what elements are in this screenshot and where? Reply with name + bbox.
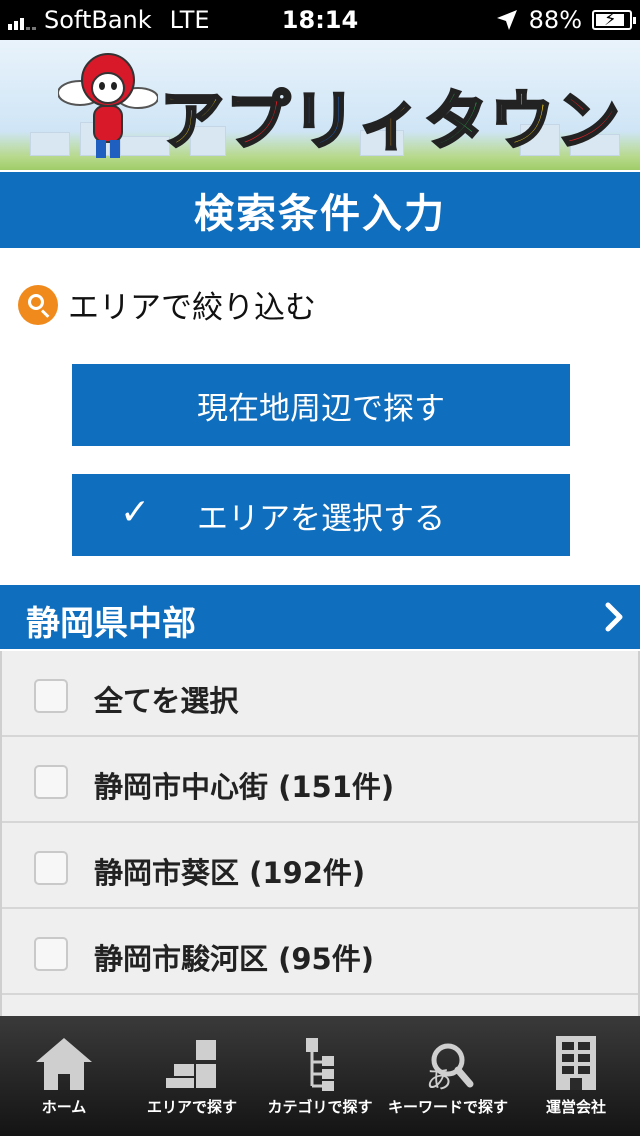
tab-keyword[interactable]: あ キーワードで探す (384, 1016, 512, 1136)
list-item-label: 静岡市葵区 (192件) (94, 856, 366, 890)
status-bar: SoftBank LTE 18:14 88% ⚡ (0, 0, 640, 40)
logo-char: ィ (357, 84, 424, 161)
list-item-label: 静岡市中心街 (151件) (94, 770, 395, 804)
area-icon (166, 1040, 216, 1088)
tab-area-label: エリアで探す (146, 1098, 237, 1116)
svg-text:あ: あ (426, 1065, 452, 1094)
app-logo: アプリィタウン (159, 70, 622, 162)
tab-company-label: 運営会社 (545, 1098, 606, 1116)
checkmark-icon: ✓ (120, 492, 151, 533)
logo-char: ウ (489, 84, 556, 161)
tab-category[interactable]: カテゴリで探す (256, 1016, 384, 1136)
checkbox[interactable] (34, 937, 68, 971)
list-item-label: 全てを選択 (94, 684, 239, 718)
list-item-label: 静岡市駿河区 (95件) (94, 942, 374, 976)
page-title-bar: 検索条件入力 (0, 172, 640, 248)
search-nearby-label: 現在地周辺で探す (197, 390, 445, 427)
checkbox[interactable] (34, 679, 68, 713)
tab-keyword-label: キーワードで探す (387, 1098, 508, 1116)
app-banner: アプリィタウン (0, 40, 640, 170)
mascot-character-icon (58, 53, 158, 158)
tab-company[interactable]: 運営会社 (512, 1016, 640, 1136)
page-title: 検索条件入力 (194, 191, 446, 237)
search-nearby-button[interactable]: 現在地周辺で探す (72, 364, 570, 446)
logo-char: プ (225, 84, 292, 161)
logo-char: ン (555, 84, 622, 161)
region-name: 静岡県中部 (26, 604, 196, 644)
tab-home[interactable]: ホーム (0, 1016, 128, 1136)
region-header[interactable]: 静岡県中部 (0, 585, 640, 649)
home-icon (36, 1038, 92, 1090)
tab-area[interactable]: エリアで探す (128, 1016, 256, 1136)
list-item[interactable]: 全てを選択 (2, 651, 638, 737)
list-item[interactable]: 静岡市葵区 (192件) (2, 823, 638, 909)
area-filter-label: エリアで絞り込む (68, 290, 316, 326)
battery-percent: 88% (528, 6, 582, 34)
list-item[interactable]: 静岡市中心街 (151件) (2, 737, 638, 823)
keyword-search-icon: あ (426, 1043, 474, 1094)
search-icon (18, 284, 58, 325)
tab-home-label: ホーム (41, 1098, 87, 1116)
chevron-right-icon (605, 602, 623, 632)
company-building-icon (556, 1036, 596, 1090)
battery-icon: ⚡ (592, 9, 636, 30)
list-item[interactable]: 静岡市駿河区 (95件) (2, 909, 638, 995)
checkbox[interactable] (34, 851, 68, 885)
logo-char: リ (291, 84, 358, 161)
area-filter-heading: エリアで絞り込む (18, 282, 316, 327)
location-arrow-icon (496, 10, 517, 30)
category-icon (306, 1038, 334, 1091)
area-checkbox-list: 全てを選択 静岡市中心街 (151件) 静岡市葵区 (192件) 静岡市駿河区 … (0, 651, 640, 1016)
list-item[interactable] (2, 995, 638, 1016)
select-area-button[interactable]: ✓ エリアを選択する (72, 474, 570, 556)
tab-category-label: カテゴリで探す (267, 1098, 373, 1116)
checkbox[interactable] (34, 765, 68, 799)
select-area-label: エリアを選択する (197, 500, 445, 537)
bottom-tab-bar: ホーム エリアで探す カテゴリで探す あ キーワードで探す 運営会社 (0, 1016, 640, 1136)
logo-char: タ (423, 84, 490, 161)
logo-char: ア (159, 84, 226, 161)
